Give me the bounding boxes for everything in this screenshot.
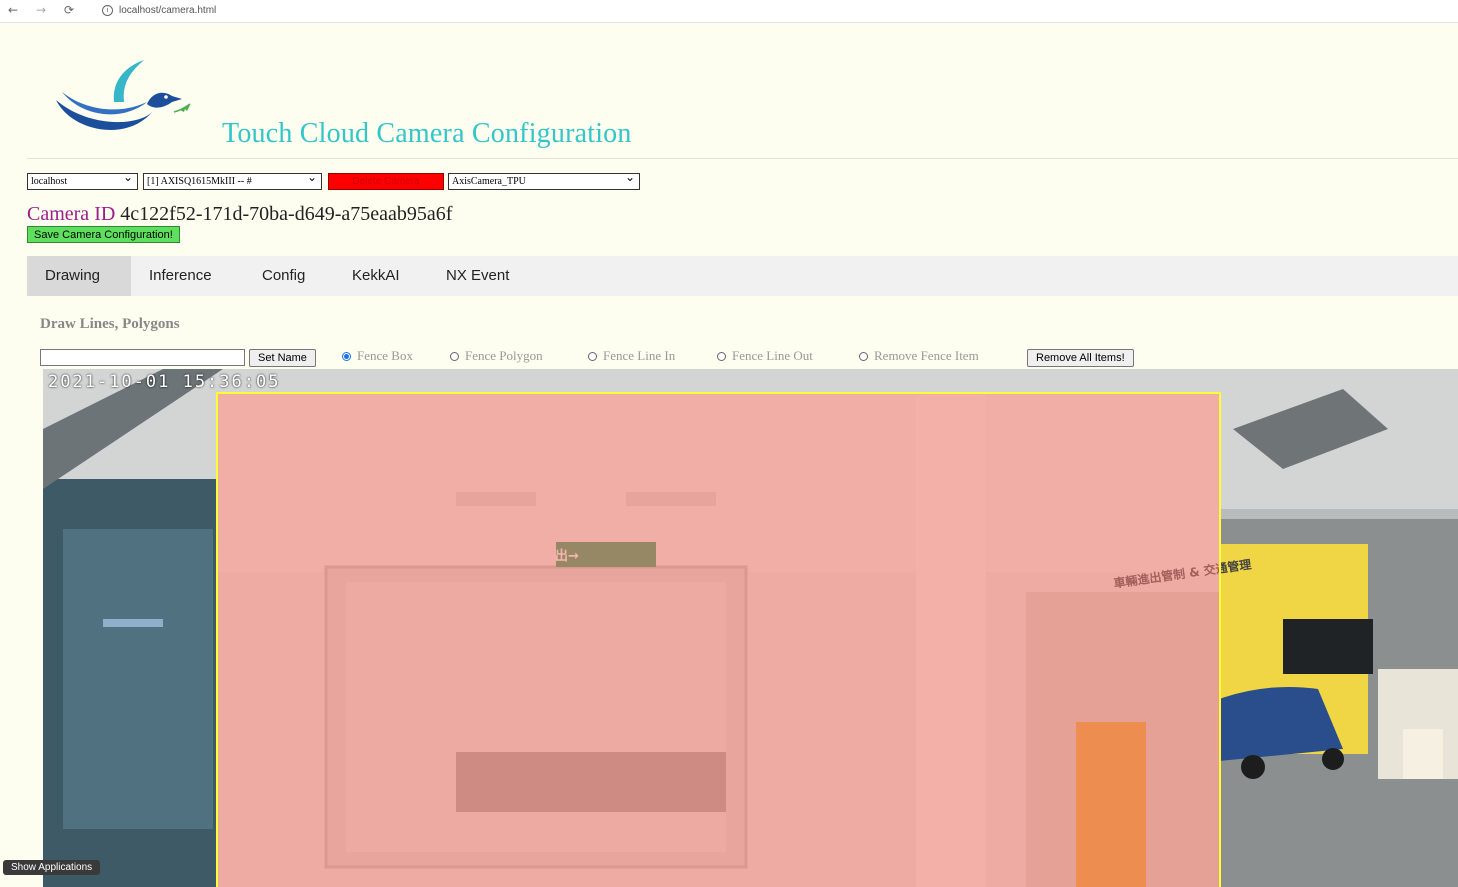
show-applications-tooltip: Show Applications bbox=[3, 860, 101, 875]
remove-fence-item-option[interactable]: Remove Fence Item bbox=[859, 348, 979, 364]
camera-id-label: Camera ID bbox=[27, 203, 116, 225]
fence-line-out-option[interactable]: Fence Line Out bbox=[717, 348, 813, 364]
back-icon[interactable]: ← bbox=[8, 3, 18, 17]
remove-fence-item-radio[interactable] bbox=[859, 352, 868, 361]
info-icon[interactable]: i bbox=[102, 5, 113, 16]
fence-line-out-label: Fence Line Out bbox=[732, 348, 813, 363]
model-select[interactable]: AxisCamera_TPU bbox=[448, 170, 640, 190]
touch-cloud-logo bbox=[56, 60, 191, 130]
tab-kekkai[interactable]: KekkAI bbox=[334, 256, 418, 296]
set-name-button[interactable]: Set Name bbox=[249, 349, 316, 367]
address-bar[interactable]: i localhost/camera.html bbox=[102, 5, 216, 16]
fence-box-option[interactable]: Fence Box bbox=[342, 348, 413, 364]
camera-select[interactable]: [1] AXISQ1615MkIII -- # bbox=[143, 170, 322, 190]
fence-line-in-radio[interactable] bbox=[588, 352, 597, 361]
remove-fence-item-label: Remove Fence Item bbox=[874, 348, 979, 363]
model-select-value: AxisCamera_TPU bbox=[452, 176, 526, 187]
feed-timestamp: 2021-10-01 15:36:05 bbox=[48, 372, 281, 392]
fence-line-in-label: Fence Line In bbox=[603, 348, 676, 363]
fence-polygon-option[interactable]: Fence Polygon bbox=[450, 348, 543, 364]
fence-box-overlay[interactable] bbox=[216, 392, 1221, 887]
header-divider bbox=[27, 158, 1458, 159]
tab-nx-event[interactable]: NX Event bbox=[428, 256, 527, 296]
fence-polygon-radio[interactable] bbox=[450, 352, 459, 361]
tab-inference[interactable]: Inference bbox=[131, 256, 230, 296]
fence-polygon-label: Fence Polygon bbox=[465, 348, 543, 363]
tab-config[interactable]: Config bbox=[244, 256, 323, 296]
page-title: Touch Cloud Camera Configuration bbox=[222, 118, 632, 149]
fence-box-radio[interactable] bbox=[342, 352, 351, 361]
url-text: localhost/camera.html bbox=[119, 5, 217, 17]
fence-line-in-option[interactable]: Fence Line In bbox=[588, 348, 675, 364]
reload-icon[interactable]: ⟳ bbox=[64, 3, 74, 17]
fence-line-out-radio[interactable] bbox=[717, 352, 726, 361]
host-select-value: localhost bbox=[31, 176, 68, 187]
camera-id: Camera ID 4c122f52-171d-70ba-d649-a75eaa… bbox=[27, 203, 452, 226]
remove-all-items-button[interactable]: Remove All Items! bbox=[1027, 349, 1134, 367]
save-camera-configuration-button[interactable]: Save Camera Configuration! bbox=[27, 226, 180, 243]
section-title: Draw Lines, Polygons bbox=[40, 316, 180, 332]
camera-select-value: [1] AXISQ1615MkIII -- # bbox=[147, 176, 252, 187]
tab-drawing[interactable]: Drawing bbox=[27, 256, 131, 296]
fence-name-input[interactable] bbox=[40, 349, 245, 366]
browser-toolbar: ← → ⟳ i localhost/camera.html bbox=[0, 0, 1458, 23]
camera-id-value: 4c122f52-171d-70ba-d649-a75eaab95a6f bbox=[120, 203, 453, 225]
fence-box-label: Fence Box bbox=[357, 348, 413, 363]
tab-bar: Drawing Inference Config KekkAI NX Event bbox=[27, 256, 1458, 296]
delete-camera-button[interactable]: Delete Camera bbox=[328, 173, 444, 190]
host-select[interactable]: localhost bbox=[27, 170, 138, 190]
forward-icon[interactable]: → bbox=[36, 3, 46, 17]
